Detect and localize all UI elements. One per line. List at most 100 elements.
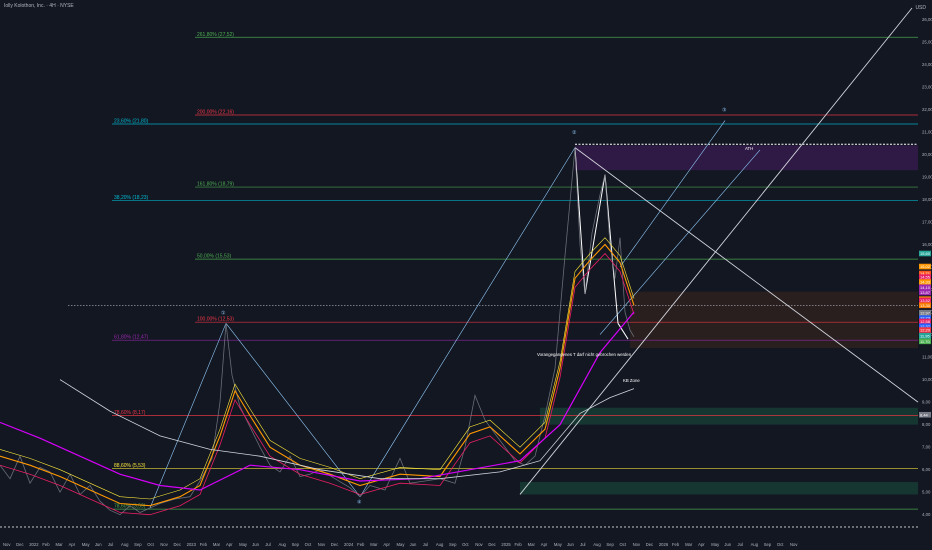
time-axis-tick: May — [239, 542, 248, 547]
wave-marker: ① — [221, 310, 226, 316]
annotation-text: Vorangegangenes T darf nicht gebrochen w… — [537, 352, 632, 357]
time-axis-tick: Feb — [42, 542, 50, 547]
time-axis-tick: Sep — [134, 542, 142, 547]
time-axis-tick: Oct — [147, 542, 154, 547]
price-chart[interactable]: 261,80% (27,52) 200,00% (22,16) 23,60% (21… — [0, 0, 932, 550]
time-axis-tick: Dec — [331, 542, 338, 547]
time-axis-tick: Apr — [698, 542, 705, 547]
time-axis-tick: Oct — [305, 542, 312, 547]
price-axis-tick: 6,00 — [922, 467, 931, 472]
time-axis-tick: Sep — [764, 542, 772, 547]
price-tag-label: 12,97 — [920, 310, 931, 315]
time-axis-tick: Jul — [580, 542, 585, 547]
time-axis-tick: Apr — [383, 542, 390, 547]
time-axis-tick: May — [397, 542, 406, 547]
price-axis-tick: 10,00 — [922, 377, 932, 382]
kb-zone-upper — [540, 407, 918, 425]
ath-label: ATH — [745, 146, 753, 151]
time-axis-tick: Apr — [69, 542, 76, 547]
price-axis-tick: 4,00 — [922, 512, 931, 517]
price-tag-label: 13,30 — [920, 303, 931, 308]
time-axis-tick: Aug — [121, 542, 129, 547]
price-tag-label: 15,02 — [920, 264, 931, 269]
time-axis-tick: Jul — [423, 542, 428, 547]
time-axis-tick: Jun — [95, 542, 102, 547]
time-axis-tick: Sep — [606, 542, 614, 547]
moving-average-pink — [0, 252, 635, 516]
fib-level-label: 88,60% (5,53) — [114, 463, 146, 469]
time-axis-tick: 2023 — [187, 542, 197, 547]
price-axis-tick: 17,00 — [922, 219, 932, 224]
time-axis-tick: Mar — [370, 542, 378, 547]
time-axis-tick: Jul — [738, 542, 743, 547]
time-axis-tick: Mar — [55, 542, 63, 547]
price-axis-tick: 25,00 — [922, 39, 932, 44]
price-tag-label: 11,70 — [920, 339, 930, 344]
time-axis-tick: 2022 — [29, 542, 39, 547]
time-axis-tick: Dec — [646, 542, 653, 547]
time-axis-tick: Dec — [488, 542, 495, 547]
time-axis-tick: May — [711, 542, 720, 547]
time-axis-tick: Aug — [751, 542, 759, 547]
price-series — [0, 147, 635, 516]
time-axis-tick: Feb — [515, 542, 523, 547]
wave-marker: ③ — [722, 108, 727, 114]
fib-level-label: 261,80% (27,52) — [197, 32, 234, 38]
price-axis-tick: 7,00 — [922, 445, 931, 450]
fib-level-label: 100,00% (12,53) — [197, 317, 234, 323]
time-axis-tick: Feb — [357, 542, 365, 547]
price-tag-label: 12,20 — [920, 328, 931, 333]
time-axis-tick: Aug — [278, 542, 286, 547]
time-axis-tick: Nov — [318, 542, 326, 547]
time-axis-tick: Dec — [174, 542, 181, 547]
time-axis-tick: Aug — [436, 542, 444, 547]
time-axis-tick: Oct — [777, 542, 784, 547]
time-axis-tick: Jul — [265, 542, 270, 547]
price-tag-label: 15,60 — [920, 251, 931, 256]
time-axis-tick: Nov — [475, 542, 483, 547]
time-axis-tick: Sep — [449, 542, 457, 547]
time-axis-tick: Mar — [685, 542, 693, 547]
price-axis-tick: 23,00 — [922, 84, 932, 89]
time-axis-tick: Nov — [160, 542, 168, 547]
price-axis-tick: 11,00 — [922, 355, 932, 360]
wave-marker: ② — [572, 130, 577, 136]
time-axis-tick: 2025 — [501, 542, 511, 547]
order-zone — [630, 291, 918, 349]
price-axis-tick: 26,00 — [922, 17, 932, 22]
moving-average-orange — [0, 243, 635, 507]
fib-level-label: 161,80% (18,79) — [197, 182, 234, 188]
time-axis-tick: May — [82, 542, 91, 547]
time-axis-tick: Oct — [619, 542, 626, 547]
kb-zone-label: KB Zone — [623, 378, 640, 383]
price-tag-label: 11,95 — [920, 333, 930, 338]
time-axis-tick: Dec — [16, 542, 23, 547]
time-axis-tick: Apr — [541, 542, 548, 547]
time-axis-tick: Nov — [633, 542, 641, 547]
time-axis-tick: Sep — [292, 542, 300, 547]
moving-average-200 — [59, 379, 635, 480]
time-axis-tick: Nov — [3, 542, 11, 547]
time-axis-tick: Jun — [724, 542, 731, 547]
moving-average-yellow — [0, 237, 635, 500]
time-axis-tick: 2026 — [659, 542, 669, 547]
time-axis-tick: Nov — [790, 542, 798, 547]
fib-level-label: 200,00% (22,16) — [197, 109, 234, 115]
time-axis-tick: Jun — [567, 542, 574, 547]
time-axis-tick: Feb — [672, 542, 680, 547]
price-axis-tick: 19,00 — [922, 174, 932, 179]
time-axis-tick: Jul — [108, 542, 113, 547]
time-axis-tick: Jun — [252, 542, 259, 547]
fib-level-label: 23,60% (21,80) — [114, 118, 149, 124]
price-axis-tick: 21,00 — [922, 129, 932, 134]
kb-zone-lower — [520, 482, 918, 495]
time-axis-tick: Aug — [593, 542, 601, 547]
time-axis-tick: Apr — [226, 542, 233, 547]
fib-level-label: 38,20% (18,23) — [114, 195, 149, 201]
time-axis-tick: Jun — [410, 542, 417, 547]
price-axis-tick: 24,00 — [922, 62, 932, 67]
price-axis-tick: 20,00 — [922, 152, 932, 157]
time-axis-tick: May — [554, 542, 563, 547]
price-axis-tick: 8,00 — [922, 422, 931, 427]
price-axis-tick: 5,00 — [922, 490, 931, 495]
